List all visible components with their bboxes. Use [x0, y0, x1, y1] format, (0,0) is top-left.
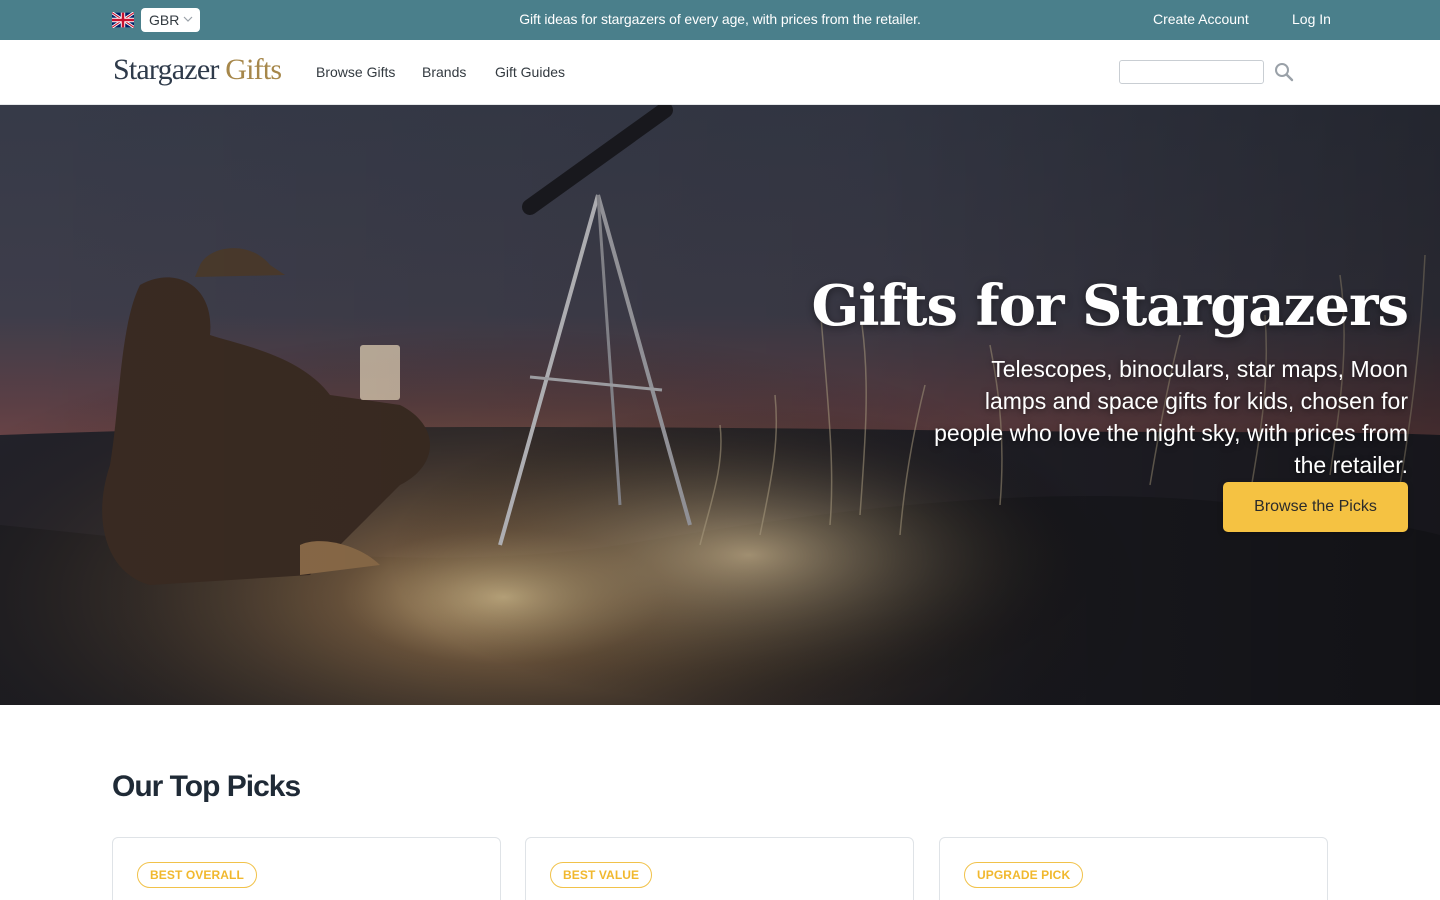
- pick-badge: UPGRADE PICK: [964, 862, 1084, 888]
- pick-badge: BEST OVERALL: [137, 862, 257, 888]
- pick-card[interactable]: BEST VALUE: [525, 837, 914, 900]
- pick-card[interactable]: UPGRADE PICK: [939, 837, 1328, 900]
- create-account-link[interactable]: Create Account: [1153, 11, 1249, 27]
- site-logo[interactable]: Stargazer Gifts: [113, 53, 282, 87]
- section-title-top-picks: Our Top Picks: [112, 770, 301, 803]
- hero-title: Gifts for Stargazers: [811, 273, 1409, 339]
- nav-gift-guides[interactable]: Gift Guides: [495, 64, 565, 80]
- main-nav: Stargazer Gifts Browse Gifts Brands Gift…: [0, 40, 1440, 105]
- browse-picks-button[interactable]: Browse the Picks: [1223, 482, 1408, 532]
- nav-brands[interactable]: Brands: [422, 64, 466, 80]
- hero-banner: Gifts for Stargazers Telescopes, binocul…: [0, 105, 1440, 705]
- search-icon[interactable]: [1273, 61, 1295, 83]
- logo-text-primary: Stargazer: [113, 53, 219, 86]
- log-in-link[interactable]: Log In: [1292, 11, 1331, 27]
- logo-text-secondary: Gifts: [225, 53, 282, 86]
- hero-subtitle: Telescopes, binoculars, star maps, Moon …: [934, 356, 1408, 478]
- pick-card[interactable]: BEST OVERALL: [112, 837, 501, 900]
- search-input[interactable]: [1119, 60, 1264, 84]
- nav-browse-gifts[interactable]: Browse Gifts: [316, 64, 395, 80]
- pick-badge: BEST VALUE: [550, 862, 653, 888]
- announcement-bar: GBR Gift ideas for stargazers of every a…: [0, 0, 1440, 40]
